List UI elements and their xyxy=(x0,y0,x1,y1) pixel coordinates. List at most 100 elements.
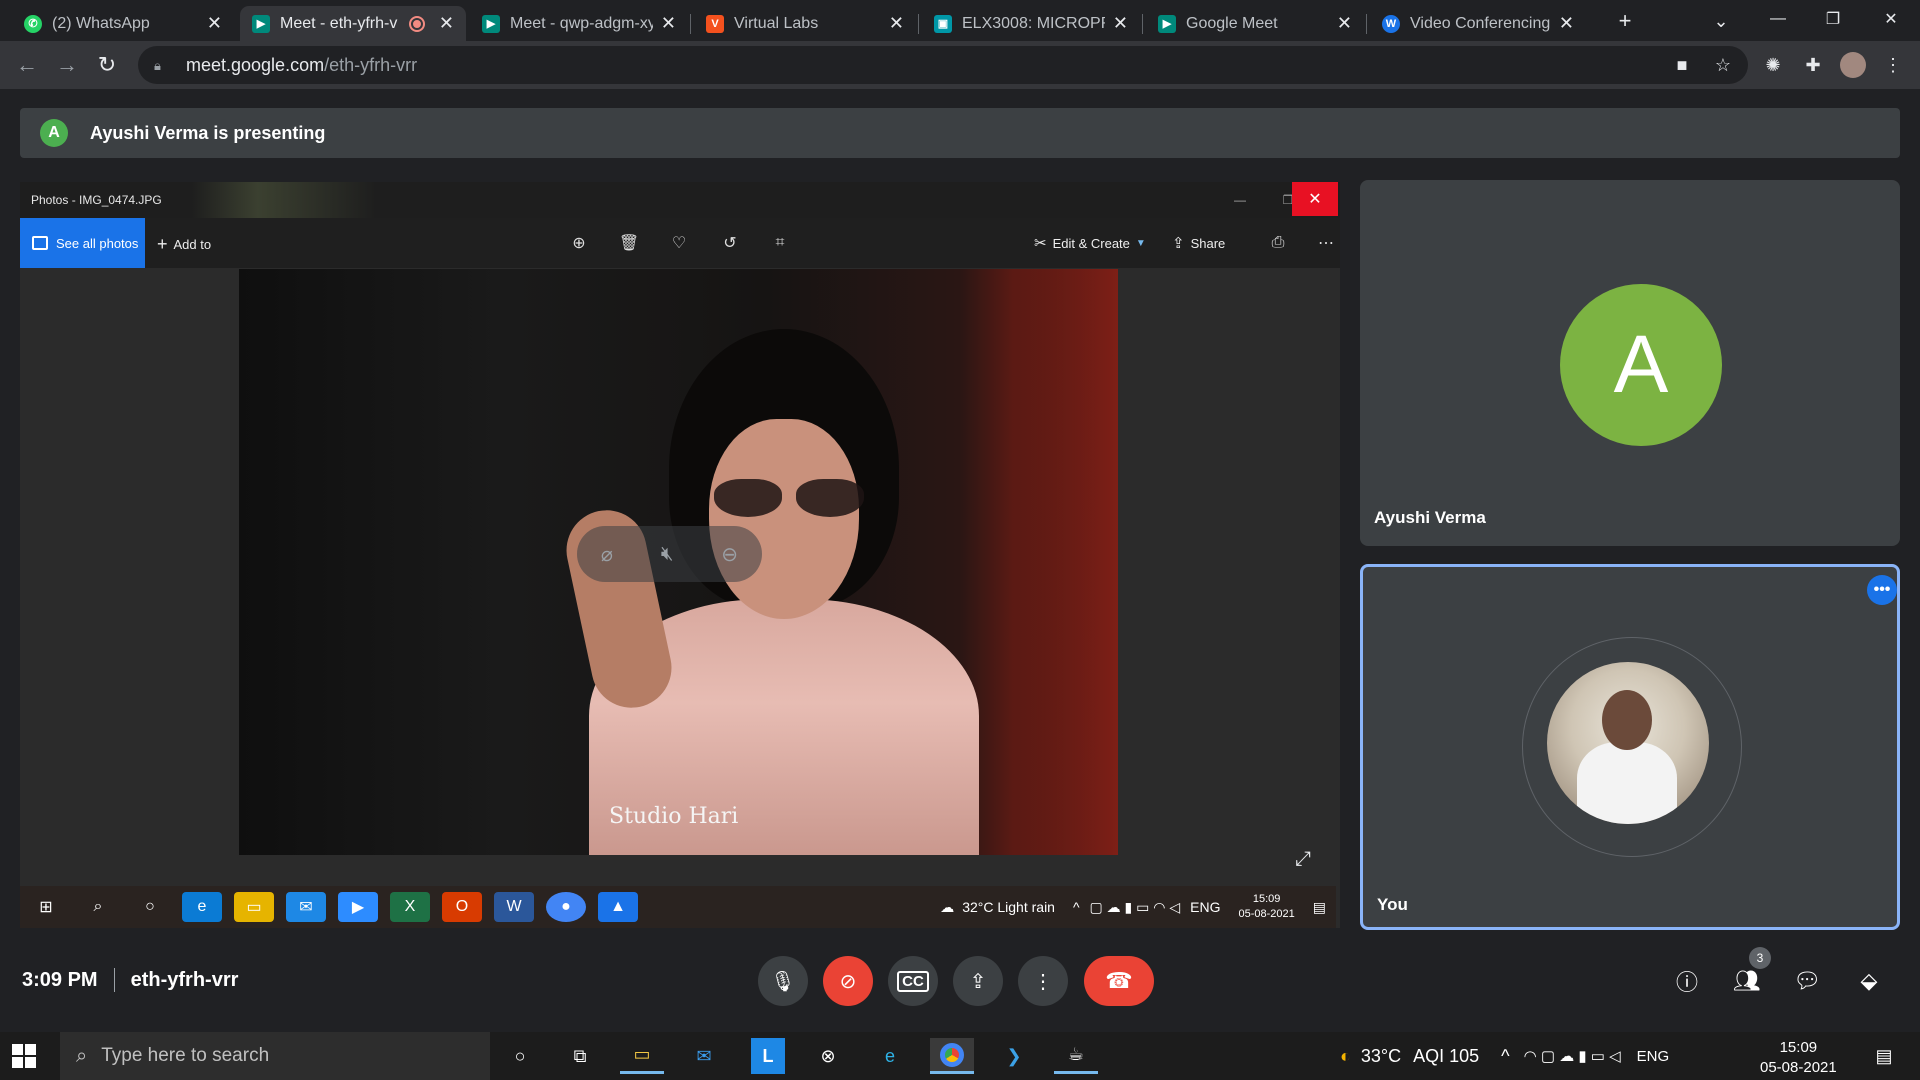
forward-icon[interactable]: → xyxy=(52,50,82,80)
tray-icons: ▢ ☁ ▮ ▭ ◠ ◁ xyxy=(1089,898,1181,915)
presentation-hover-controls: ⌀ 🔇︎ ⊖ xyxy=(577,526,762,582)
microphone-button[interactable]: 🎙︎ xyxy=(758,956,808,1006)
presenting-text: Ayushi Verma is presenting xyxy=(90,122,326,143)
tab-whatsapp[interactable]: ✆ (2) WhatsApp ✕ xyxy=(12,6,234,41)
mute-presentation-icon[interactable]: 🔇︎ xyxy=(661,543,674,566)
fullscreen-expand-icon[interactable]: ⤢ xyxy=(1295,848,1311,871)
participant-tile-ayushi[interactable]: A Ayushi Verma xyxy=(1360,180,1900,546)
mail-icon[interactable]: ✉ xyxy=(682,1038,726,1074)
l-app-icon[interactable]: L xyxy=(751,1038,785,1074)
close-tab-icon[interactable]: ✕ xyxy=(207,13,222,34)
action-center-icon[interactable]: ▤ xyxy=(1862,1038,1906,1074)
search-placeholder: Type here to search xyxy=(101,1045,270,1066)
tab-search-icon[interactable]: ⌄ xyxy=(1708,8,1734,34)
leave-call-button[interactable]: ☎ xyxy=(1084,956,1154,1006)
chevron-down-icon: ▼ xyxy=(1135,237,1146,249)
tab-separator xyxy=(918,14,919,34)
chat-icon[interactable]: 💬︎ xyxy=(1790,964,1824,998)
weather-sun-icon[interactable]: ◐ xyxy=(1340,1046,1351,1067)
plus-icon: + xyxy=(157,234,168,254)
photos-close-icon: ✕ xyxy=(1292,182,1338,216)
camera-in-use-icon[interactable]: ■ xyxy=(1669,52,1695,78)
tab-elx3008[interactable]: ▣ ELX3008: MICROPRO ✕ xyxy=(922,6,1140,41)
vscode-icon[interactable]: ❯ xyxy=(992,1038,1036,1074)
more-options-icon[interactable]: ••• xyxy=(1867,575,1897,605)
add-to-label: Add to xyxy=(173,237,212,252)
edge-icon[interactable]: e xyxy=(868,1038,912,1074)
extensions-puzzle-icon[interactable]: ✚ xyxy=(1800,52,1826,78)
whatsapp-icon: ✆ xyxy=(24,14,42,33)
participant-name: Ayushi Verma xyxy=(1374,508,1486,527)
presenting-banner: A Ayushi Verma is presenting xyxy=(20,108,1900,158)
close-window-icon[interactable]: ✕ xyxy=(1868,4,1914,34)
meeting-details: 3:09 PM eth-yfrh-vrr xyxy=(22,968,238,992)
close-tab-icon[interactable]: ✕ xyxy=(889,13,904,34)
os-lang[interactable]: ENG xyxy=(1637,1048,1670,1065)
tab-title: Virtual Labs xyxy=(734,14,819,32)
remove-presentation-icon[interactable]: ⊖ xyxy=(721,542,738,567)
bookmark-star-icon[interactable]: ☆ xyxy=(1710,52,1736,78)
divider xyxy=(113,968,115,992)
present-now-button[interactable]: ⇪ xyxy=(953,956,1003,1006)
taskbar-search-box[interactable]: ⌕ Type here to search xyxy=(60,1032,490,1080)
meeting-info-icon[interactable]: ⓘ xyxy=(1670,964,1704,998)
extension-icon[interactable]: ✺ xyxy=(1760,52,1786,78)
close-tab-icon[interactable]: ✕ xyxy=(1337,13,1352,34)
task-view-icon[interactable]: ⧉ xyxy=(558,1038,602,1074)
profile-avatar[interactable] xyxy=(1840,52,1866,78)
tab-google-meet[interactable]: ▶ Google Meet ✕ xyxy=(1146,6,1364,41)
windows-taskbar: ⌕ Type here to search ○ ⧉ ▭ ✉ L ⊗ e ❯ ☕︎… xyxy=(0,1032,1920,1080)
chrome-menu-icon[interactable]: ⋮ xyxy=(1880,52,1906,78)
windows-start-icon[interactable] xyxy=(12,1044,36,1068)
activities-icon[interactable]: ⬙ xyxy=(1852,964,1886,998)
add-to-button: + Add to xyxy=(157,234,211,255)
minimize-icon[interactable]: — xyxy=(1755,4,1801,34)
close-tab-icon[interactable]: ✕ xyxy=(1559,13,1574,34)
cortana-icon[interactable]: ○ xyxy=(498,1038,542,1074)
xbox-icon[interactable]: ⊗ xyxy=(806,1038,850,1074)
os-clock[interactable]: 15:09 05-08-2021 xyxy=(1760,1038,1837,1078)
back-icon[interactable]: ← xyxy=(12,50,42,80)
close-tab-icon[interactable]: ✕ xyxy=(439,13,454,34)
meeting-code: eth-yfrh-vrr xyxy=(130,968,239,991)
tab-meet-active[interactable]: ▶ Meet - eth-yfrh-v ✕ xyxy=(240,6,466,41)
more-actions-button[interactable]: ⋮ xyxy=(1018,956,1068,1006)
tray-arrow-icon: ^ xyxy=(1072,899,1080,915)
tab-meet-qwp[interactable]: ▶ Meet - qwp-adgm-xy ✕ xyxy=(470,6,688,41)
close-tab-icon[interactable]: ✕ xyxy=(661,13,676,34)
reload-icon[interactable]: ↻ xyxy=(92,50,122,80)
photo-subject-face xyxy=(709,419,859,619)
see-all-photos-button: See all photos xyxy=(20,218,145,268)
mail-icon: ✉ xyxy=(286,892,326,922)
os-time: 15:09 xyxy=(1779,1039,1818,1056)
present-screen-icon: ⇪ xyxy=(969,970,987,993)
recording-icon xyxy=(410,17,423,30)
photos-title-bar: Photos - IMG_0474.JPG — ❐ xyxy=(20,182,1340,218)
show-hidden-icons[interactable]: ^ xyxy=(1501,1046,1509,1067)
new-tab-icon[interactable]: + xyxy=(1612,8,1638,34)
restore-icon[interactable]: ❐ xyxy=(1810,4,1856,34)
java-icon[interactable]: ☕︎ xyxy=(1054,1038,1098,1074)
photos-toolbar: See all photos + Add to ⊕ 🗑︎ ♡ ↺ ⌗ ✂ Edi… xyxy=(20,218,1340,268)
meeting-time: 3:09 PM xyxy=(22,968,98,991)
tab-virtual-labs[interactable]: V Virtual Labs ✕ xyxy=(694,6,916,41)
lock-icon[interactable]: 🔒︎ xyxy=(154,58,168,73)
tab-video-conferencing[interactable]: W Video Conferencing, C ✕ xyxy=(1370,6,1586,41)
address-bar[interactable]: 🔒︎ meet.google.com/eth-yfrh-vrr xyxy=(138,46,1748,84)
url-host: meet.google.com xyxy=(186,54,325,75)
chrome-icon[interactable] xyxy=(930,1038,974,1074)
captions-icon: CC xyxy=(897,970,929,992)
participant-tile-you[interactable]: ••• You xyxy=(1360,564,1900,930)
people-icon[interactable]: 👥︎ xyxy=(1730,964,1764,998)
excel-icon: X xyxy=(390,892,430,922)
file-explorer-icon[interactable]: ▭ xyxy=(620,1038,664,1074)
self-avatar xyxy=(1547,662,1709,824)
search-icon: ⌕ xyxy=(93,898,103,915)
camera-off-button[interactable]: ⊘ xyxy=(823,956,873,1006)
tray-status-icons[interactable]: ◠ ▢ ☁ ▮ ▭ ◁ xyxy=(1524,1047,1621,1065)
close-tab-icon[interactable]: ✕ xyxy=(1113,13,1128,34)
photo-watermark: Studio Hari xyxy=(609,804,739,829)
pin-off-icon[interactable]: ⌀ xyxy=(601,542,613,567)
captions-button[interactable]: CC xyxy=(888,956,938,1006)
word-icon: W xyxy=(494,892,534,922)
